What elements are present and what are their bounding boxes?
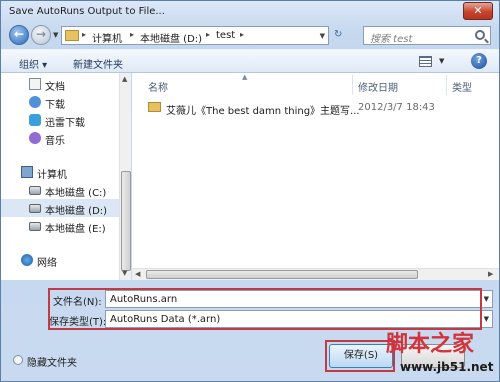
sidebar-item-downloads[interactable]: 下载 xyxy=(1,93,119,111)
sidebar-item-network[interactable]: 网络 xyxy=(1,251,119,269)
network-icon xyxy=(21,254,33,266)
save-dialog: Save AutoRuns Output to File... ✕ ← → ▼ … xyxy=(0,0,500,382)
folder-icon xyxy=(148,102,161,112)
close-icon: ✕ xyxy=(473,4,483,17)
sidebar-item-label: 网络 xyxy=(37,258,57,269)
drive-icon xyxy=(29,186,41,195)
sidebar-item-label: 音乐 xyxy=(45,136,65,147)
help-icon[interactable]: ? xyxy=(471,53,487,69)
sidebar-item-label: 本地磁盘 (C:) xyxy=(45,188,107,199)
sidebar-item-drive-e[interactable]: 本地磁盘 (E:) xyxy=(1,217,119,235)
sidebar-item-label: 文档 xyxy=(45,82,65,93)
file-list: 名称 ▲ 修改日期 类型 艾薇儿《The best damn thing》主题写… xyxy=(132,73,499,280)
table-row[interactable]: 艾薇儿《The best damn thing》主题写... 2012/3/7 … xyxy=(140,99,490,117)
xunlei-icon xyxy=(29,114,41,126)
hide-folders-label[interactable]: 隐藏文件夹 xyxy=(27,354,77,369)
sidebar-item-label: 本地磁盘 (E:) xyxy=(45,224,106,235)
search-input[interactable]: 搜索 test xyxy=(363,26,491,45)
sidebar-item-computer[interactable]: 计算机 xyxy=(1,163,119,181)
column-header-type[interactable]: 类型 xyxy=(452,79,472,94)
column-header-name[interactable]: 名称 xyxy=(148,79,168,94)
scroll-left-icon[interactable]: ◀ xyxy=(135,270,140,278)
view-options-icon[interactable] xyxy=(419,56,432,67)
folder-icon xyxy=(65,30,79,41)
sort-ascending-icon: ▲ xyxy=(242,73,248,81)
sidebar-item-music[interactable]: 音乐 xyxy=(1,129,119,147)
document-icon xyxy=(29,78,41,90)
navigation-row: ← → ▼ ▸ 计算机 ▸ 本地磁盘 (D:) ▸ test ▸ ▼ ↻ 搜索 … xyxy=(1,23,499,49)
hide-folders-toggle-icon[interactable] xyxy=(13,355,23,365)
scroll-right-icon[interactable]: ▶ xyxy=(488,270,493,278)
sidebar-item-label: 计算机 xyxy=(37,170,67,181)
forward-button[interactable]: → xyxy=(31,25,51,45)
filename-dropdown-icon[interactable]: ▼ xyxy=(484,295,489,303)
column-divider[interactable] xyxy=(446,75,447,95)
navigation-pane: 文档 下载 迅雷下载 音乐 计算机 本地磁盘 (C:) 本地磁盘 (D:) 本地… xyxy=(1,73,131,280)
breadcrumb-drive-d[interactable]: 本地磁盘 (D:) xyxy=(140,30,202,45)
address-bar[interactable]: ▸ 计算机 ▸ 本地磁盘 (D:) ▸ test ▸ ▼ xyxy=(61,26,329,45)
scroll-up-icon[interactable]: ▲ xyxy=(122,75,127,83)
computer-icon xyxy=(21,166,33,178)
drive-icon xyxy=(29,204,41,213)
window-title: Save AutoRuns Output to File... xyxy=(9,6,165,17)
watermark-text: 脚本之家 xyxy=(386,332,475,357)
forward-arrow-icon: → xyxy=(35,27,47,41)
sidebar-item-label: 迅雷下载 xyxy=(45,118,85,129)
new-folder-button[interactable]: 新建文件夹 xyxy=(73,56,123,71)
chevron-right-icon[interactable]: ▸ xyxy=(206,30,210,39)
scrollbar-thumb[interactable] xyxy=(146,270,418,279)
scrollbar-thumb[interactable] xyxy=(121,171,131,271)
search-icon[interactable] xyxy=(475,30,485,40)
chevron-right-icon[interactable]: ▸ xyxy=(82,30,86,39)
recent-locations-dropdown-icon[interactable]: ▼ xyxy=(53,31,58,39)
breadcrumb-test[interactable]: test xyxy=(216,30,235,41)
sidebar-item-label: 下载 xyxy=(45,100,65,111)
search-placeholder: 搜索 test xyxy=(370,34,413,45)
refresh-icon[interactable]: ↻ xyxy=(334,29,342,40)
filetype-dropdown-icon[interactable]: ▼ xyxy=(484,315,489,323)
music-icon xyxy=(29,132,41,144)
column-divider[interactable] xyxy=(352,75,353,95)
view-dropdown-icon[interactable]: ▼ xyxy=(439,57,444,65)
drive-icon xyxy=(29,222,41,231)
chevron-right-icon[interactable]: ▸ xyxy=(130,30,134,39)
sidebar-item-drive-c[interactable]: 本地磁盘 (C:) xyxy=(1,181,119,199)
close-button[interactable]: ✕ xyxy=(463,2,493,20)
back-arrow-icon: ← xyxy=(13,27,25,41)
column-header-date[interactable]: 修改日期 xyxy=(358,79,398,94)
sidebar-item-documents[interactable]: 文档 xyxy=(1,75,119,93)
file-date: 2012/3/7 18:43 xyxy=(358,102,435,113)
title-bar: Save AutoRuns Output to File... ✕ xyxy=(1,1,499,25)
breadcrumb-computer[interactable]: 计算机 xyxy=(92,30,122,45)
sidebar-item-xunlei-downloads[interactable]: 迅雷下载 xyxy=(1,111,119,129)
navigation-scrollbar[interactable]: ▲ ▼ xyxy=(119,73,131,280)
address-dropdown-icon[interactable]: ▼ xyxy=(320,32,325,40)
download-icon xyxy=(29,96,41,108)
organize-menu[interactable]: 组织 ▾ xyxy=(19,56,47,71)
toolbar: 组织 ▾ 新建文件夹 ▼ ? xyxy=(1,49,499,73)
back-button[interactable]: ← xyxy=(9,25,29,45)
annotation-highlight xyxy=(48,288,482,330)
file-name: 艾薇儿《The best damn thing》主题写... xyxy=(166,106,360,117)
annotation-highlight xyxy=(325,340,395,372)
scroll-down-icon[interactable]: ▼ xyxy=(122,269,127,277)
sidebar-item-label: 本地磁盘 (D:) xyxy=(45,206,108,217)
chevron-right-icon[interactable]: ▸ xyxy=(240,30,244,39)
sidebar-item-drive-d[interactable]: 本地磁盘 (D:) xyxy=(1,199,119,217)
watermark-url: www.jb51.net xyxy=(400,360,494,374)
horizontal-scrollbar[interactable]: ◀ ▶ xyxy=(132,268,499,280)
